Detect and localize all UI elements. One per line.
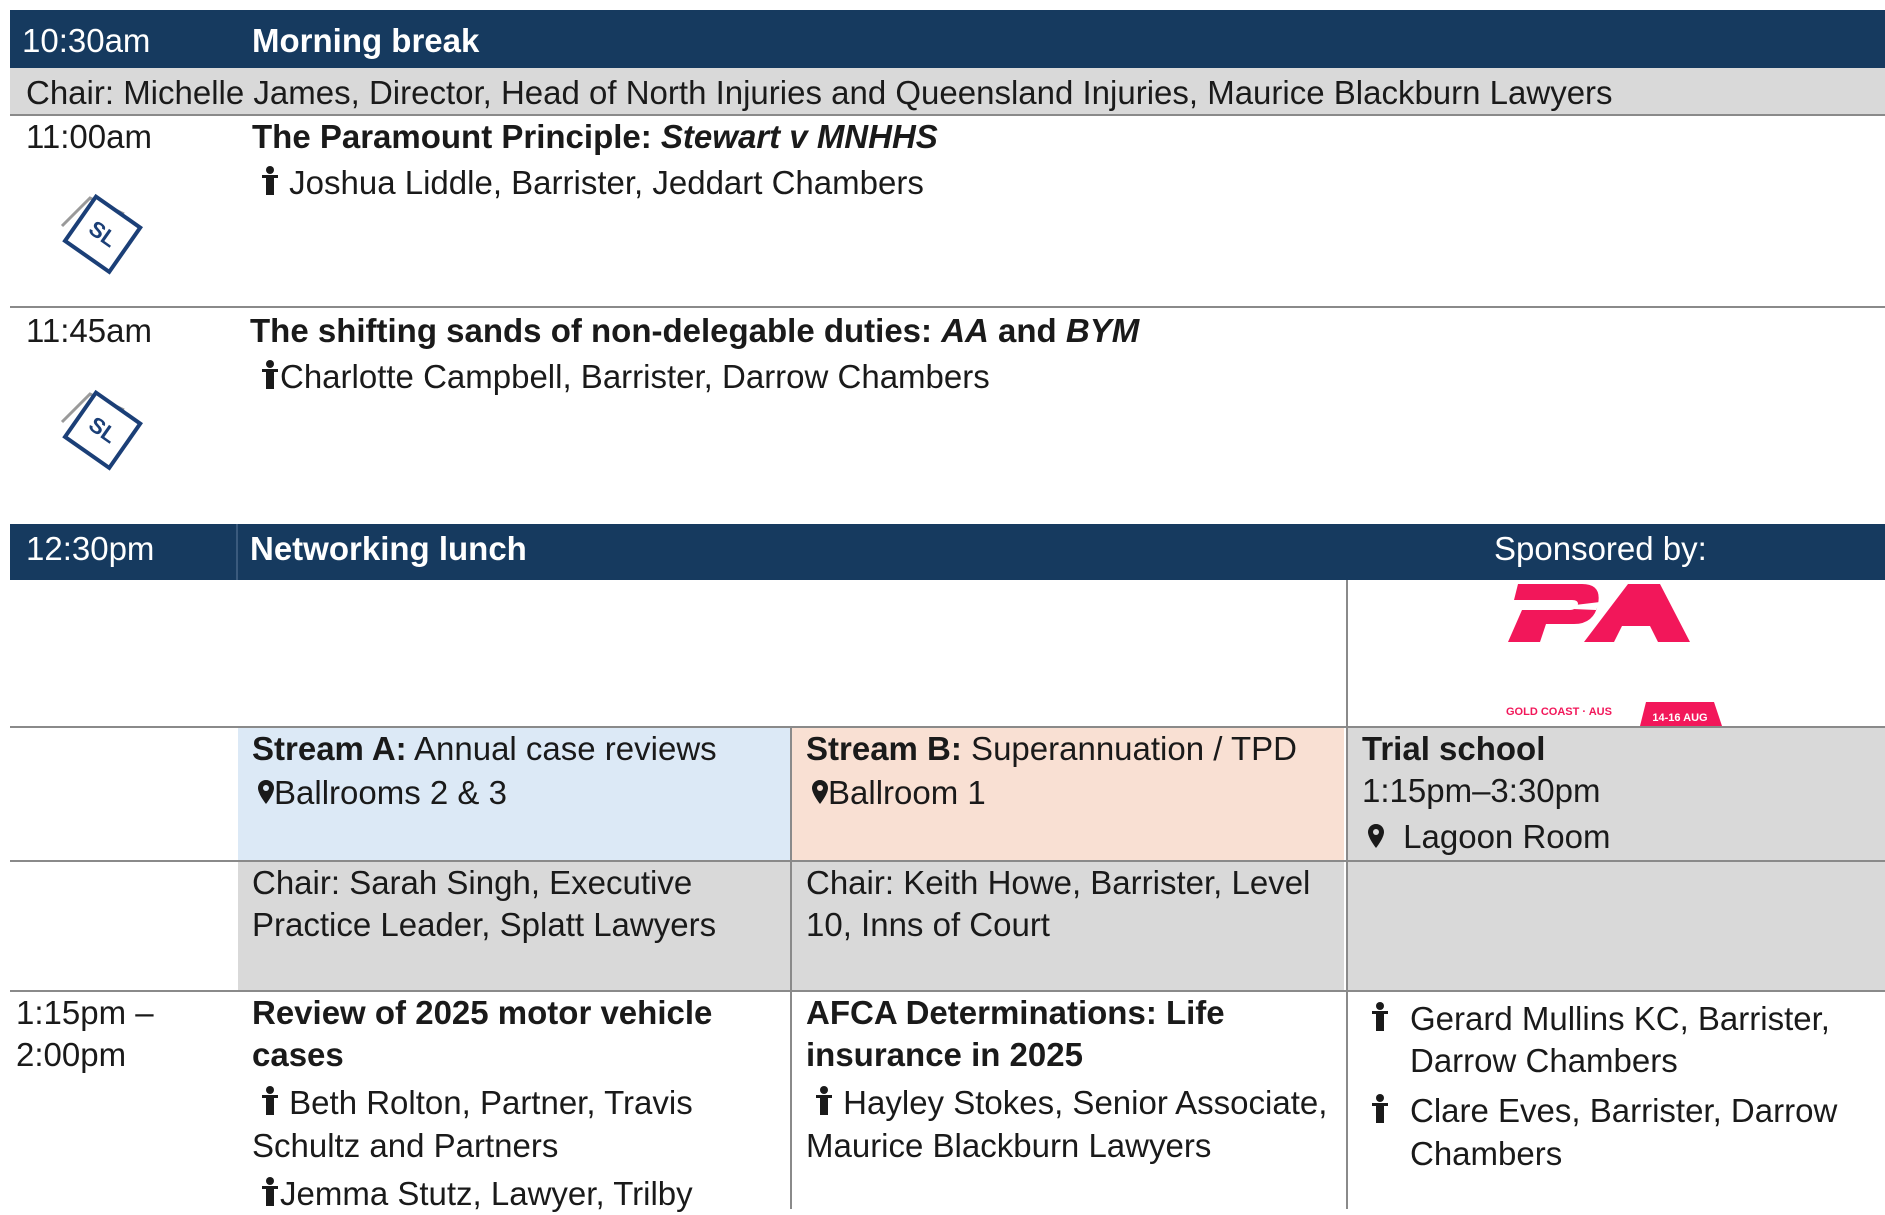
session-1-title-prefix: The Paramount Principle:: [252, 118, 661, 155]
stream-b-name: Superannuation / TPD: [961, 730, 1297, 767]
person-icon: [262, 1176, 278, 1206]
session-3-a-speaker-1-line: Beth Rolton, Partner, Travis Schultz and…: [252, 1082, 752, 1166]
lunch-header: 12:30pm Networking lunch Sponsored by:: [10, 524, 1885, 580]
session-2-speaker: Charlotte Campbell, Barrister, Darrow Ch…: [280, 358, 990, 395]
session-3-b-title: AFCA Determinations: Life insurance in 2…: [806, 994, 1225, 1074]
session-3-trial-school: Gerard Mullins KC, Barrister, Darrow Cha…: [1348, 992, 1885, 1209]
stream-a-chair: Chair: Sarah Singh, Executive Practice L…: [238, 862, 790, 990]
morning-break-header: 10:30am Morning break: [10, 10, 1885, 68]
session-1-row: 11:00am The Paramount Principle: Stewart…: [10, 116, 1885, 306]
trial-school-location: Lagoon Room: [1403, 818, 1611, 855]
sl-badge-icon: SL: [60, 193, 143, 275]
stream-a-location-line: Ballrooms 2 & 3: [258, 772, 507, 814]
session-3-c-speaker-1-line: Gerard Mullins KC, Barrister, Darrow Cha…: [1348, 998, 1830, 1082]
person-icon: [262, 166, 278, 195]
stream-a-title: Stream A: Annual case reviews: [252, 728, 717, 770]
morning-break-time: 10:30am: [22, 22, 151, 59]
session-3-a-speaker-1: Beth Rolton, Partner, Travis Schultz and…: [252, 1084, 693, 1164]
morning-break-chair-row: Chair: Michelle James, Director, Head of…: [10, 68, 1885, 114]
session-3-b-speaker-1-line: Hayley Stokes, Senior Associate, Maurice…: [806, 1082, 1336, 1166]
session-2-title-prefix: The shifting sands of non-delegable duti…: [250, 312, 942, 349]
stream-a-header: Stream A: Annual case reviews Ballrooms …: [238, 728, 790, 860]
person-icon: [816, 1086, 832, 1116]
session-1-speaker-line: Joshua Liddle, Barrister, Jeddart Chambe…: [260, 162, 924, 204]
sponsor-row: GOLD COAST · AUS 14-16 AUG: [10, 580, 1885, 726]
session-2-speaker-line: Charlotte Campbell, Barrister, Darrow Ch…: [260, 356, 990, 398]
stream-b-header: Stream B: Superannuation / TPD Ballroom …: [792, 728, 1344, 860]
session-3-a-speaker-2: Jemma Stutz, Lawyer, Trilby: [280, 1174, 693, 1212]
session-3-b-speaker-1: Hayley Stokes, Senior Associate, Maurice…: [806, 1084, 1328, 1164]
person-icon: [262, 1086, 278, 1116]
trial-school-chair-empty: [1348, 862, 1885, 990]
session-1-title: The Paramount Principle: Stewart v MNHHS: [252, 116, 938, 158]
trial-school-label: Trial school: [1362, 730, 1546, 767]
morning-break-chair: Chair: Michelle James, Director, Head of…: [26, 74, 1613, 111]
trial-school-time: 1:15pm–3:30pm: [1362, 772, 1601, 809]
session-3-a-title: Review of 2025 motor vehicle cases: [252, 994, 713, 1074]
divider: [236, 524, 238, 580]
trial-school-header: Trial school 1:15pm–3:30pm Lagoon Room: [1348, 728, 1885, 860]
person-icon: [1372, 1002, 1388, 1031]
sponsor-caption: GOLD COAST · AUS: [1506, 706, 1612, 718]
session-2-title-case-b: BYM: [1065, 312, 1140, 349]
stream-b-chair: Chair: Keith Howe, Barrister, Level 10, …: [792, 862, 1344, 990]
person-icon: [1372, 1094, 1388, 1124]
divider: [1346, 728, 1348, 1209]
stream-a-label: Stream A:: [252, 730, 407, 767]
session-2-title: The shifting sands of non-delegable duti…: [250, 310, 1139, 352]
stream-a-name: Annual case reviews: [406, 730, 717, 767]
stream-a-location: Ballrooms 2 & 3: [274, 774, 507, 811]
session-3-stream-b: AFCA Determinations: Life insurance in 2…: [792, 992, 1344, 1209]
divider: [1346, 580, 1348, 726]
pa-logo-mark: [1508, 584, 1690, 642]
location-pin-icon: [812, 780, 828, 804]
lunch-title: Networking lunch: [250, 530, 527, 567]
session-2-title-and: and: [988, 312, 1066, 349]
session-3-time: 1:15pm – 2:00pm: [16, 994, 154, 1074]
location-pin-icon: [258, 780, 274, 804]
stream-b-title: Stream B: Superannuation / TPD: [806, 728, 1297, 770]
session-1-speaker: Joshua Liddle, Barrister, Jeddart Chambe…: [289, 164, 924, 201]
session-2-row: 11:45am The shifting sands of non-delega…: [10, 308, 1885, 520]
sponsor-dates: 14-16 AUG: [1652, 712, 1707, 724]
session-1-title-case: Stewart v MNHHS: [660, 118, 938, 155]
stream-b-label: Stream B:: [806, 730, 962, 767]
session-1-time: 11:00am: [26, 118, 152, 155]
sponsored-by-label: Sponsored by:: [1494, 530, 1707, 567]
location-pin-icon: [1368, 824, 1384, 848]
lunch-time: 12:30pm: [26, 530, 155, 567]
divider: [790, 728, 792, 1209]
trial-school-location-line: Lagoon Room: [1368, 816, 1611, 858]
sponsor-logo: GOLD COAST · AUS 14-16 AUG: [1506, 584, 1722, 726]
session-2-time: 11:45am: [26, 312, 152, 349]
sl-badge-icon: SL: [60, 389, 143, 471]
session-3-c-speaker-1: Gerard Mullins KC, Barrister, Darrow Cha…: [1410, 1000, 1830, 1080]
morning-break-title: Morning break: [252, 22, 480, 59]
session-2-title-case-a: AA: [941, 312, 989, 349]
session-3-stream-a: Review of 2025 motor vehicle cases Beth …: [238, 992, 790, 1212]
person-icon: [262, 360, 278, 389]
session-3-c-speaker-2-line: Clare Eves, Barrister, Darrow Chambers: [1348, 1090, 1850, 1174]
session-3-c-speaker-2: Clare Eves, Barrister, Darrow Chambers: [1410, 1092, 1838, 1172]
stream-b-location: Ballroom 1: [828, 774, 986, 811]
stream-b-location-line: Ballroom 1: [812, 772, 986, 814]
